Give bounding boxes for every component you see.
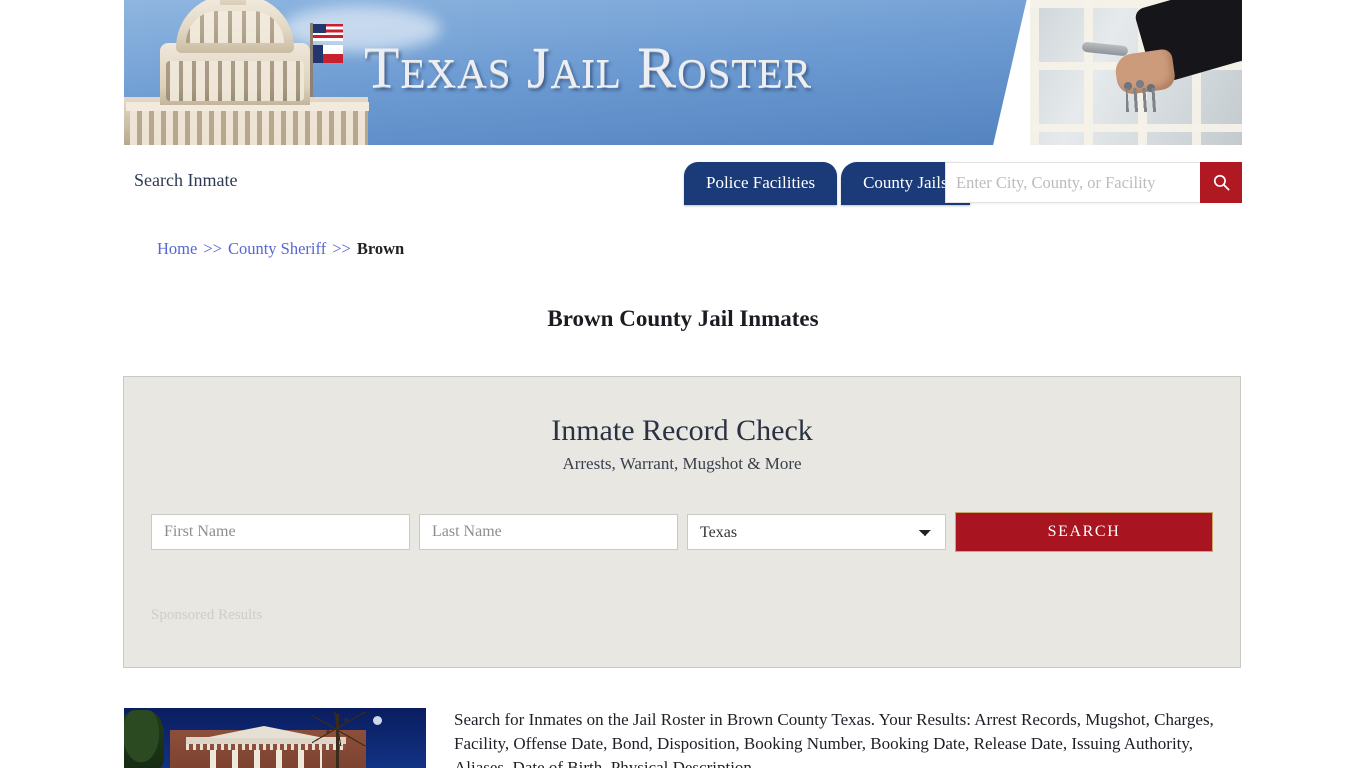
site-banner: Texas Jail Roster: [124, 0, 1242, 145]
jail-gate-image: [1030, 0, 1242, 145]
moon-icon: [373, 716, 382, 725]
tab-police-facilities[interactable]: Police Facilities: [684, 162, 838, 205]
search-inmate-label: Search Inmate: [134, 170, 238, 190]
inmate-search-button[interactable]: SEARCH: [955, 512, 1213, 552]
sponsored-results-label: Sponsored Results: [151, 607, 263, 623]
courthouse-tree-right: [310, 708, 370, 768]
banner-image: Texas Jail Roster: [124, 0, 1242, 145]
header-search-box: [945, 162, 1242, 203]
page-root: Texas Jail Roster Search Inmate Police F…: [0, 0, 1366, 768]
jail-keys-icon: [1122, 80, 1160, 114]
breadcrumb-county-sheriff[interactable]: County Sheriff: [228, 239, 326, 258]
first-name-input[interactable]: [151, 514, 410, 550]
last-name-input[interactable]: [419, 514, 678, 550]
courthouse-tree-left: [124, 710, 164, 768]
ad-panel-title: Inmate Record Check: [551, 414, 813, 447]
breadcrumb-home[interactable]: Home: [157, 239, 197, 258]
courthouse-columns: [210, 750, 322, 768]
breadcrumb-separator-2: >>: [332, 239, 351, 258]
breadcrumb-separator-1: >>: [203, 239, 222, 258]
content-paragraph: Search for Inmates on the Jail Roster in…: [454, 710, 1214, 768]
search-icon: [1213, 174, 1229, 191]
breadcrumb: Home >> County Sheriff >> Brown: [157, 239, 404, 259]
facility-search-input[interactable]: [945, 162, 1200, 203]
nav-tabs: Police Facilities County Jails: [684, 162, 974, 205]
page-title: Brown County Jail Inmates: [547, 306, 819, 332]
inmate-record-check-panel: Inmate Record Check Arrests, Warrant, Mu…: [123, 376, 1241, 668]
capitol-columns: [130, 111, 368, 145]
breadcrumb-current: Brown: [356, 239, 405, 258]
header-search-button[interactable]: [1200, 162, 1242, 203]
inmate-search-form: Texas SEARCH: [151, 512, 1213, 552]
courthouse-thumbnail: [124, 708, 426, 768]
header-nav-row: Search Inmate Police Facilities County J…: [124, 157, 1242, 209]
capitol-lantern: [220, 0, 246, 5]
content-section: Search for Inmates on the Jail Roster in…: [124, 708, 1242, 768]
ad-panel-subtitle: Arrests, Warrant, Mugshot & More: [562, 454, 802, 473]
state-select[interactable]: Texas: [687, 514, 946, 550]
